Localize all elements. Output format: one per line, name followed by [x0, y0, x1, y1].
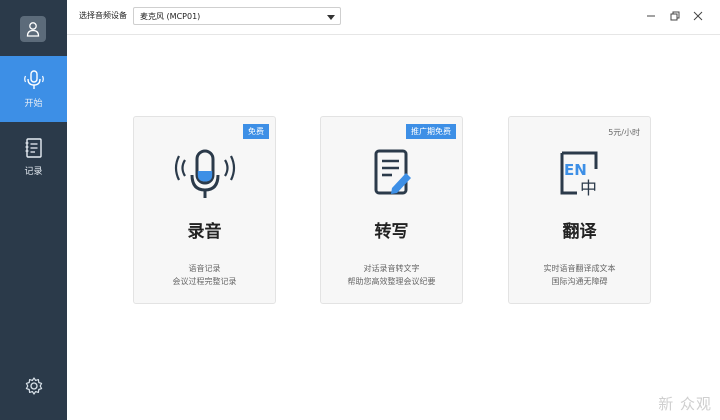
close-button[interactable] [691, 9, 705, 23]
device-select-label: 选择音频设备 [79, 11, 127, 20]
translate-icon: EN 中 [560, 151, 597, 199]
user-avatar-button[interactable] [20, 16, 46, 42]
price-label: 5元/小时 [608, 128, 640, 137]
notes-icon [25, 138, 42, 158]
promo-badge: 推广期免费 [406, 124, 456, 139]
microphone-icon [174, 149, 235, 198]
watermark: 新 众观 [658, 395, 712, 413]
card-desc-line: 实时语音翻译成文本 [543, 264, 616, 273]
card-description: 实时语音翻译成文本 国际沟通无障碍 [509, 262, 650, 288]
sidebar: 开始 记录 [0, 0, 67, 420]
free-badge: 免费 [243, 124, 269, 139]
sidebar-item-label: 开始 [24, 99, 43, 109]
sidebar-item-start[interactable]: 开始 [0, 56, 67, 122]
record-card[interactable]: 免费 录音 语音记录 会议过程完整记录 [133, 116, 276, 304]
card-description: 对话录音转文字 帮助您高效整理会议纪要 [321, 262, 462, 288]
top-bar: 选择音频设备 麦克风 (MCP01) [67, 0, 720, 35]
sidebar-item-records[interactable]: 记录 [0, 124, 67, 190]
close-icon [693, 11, 703, 21]
card-desc-line: 会议过程完整记录 [172, 277, 237, 286]
maximize-button[interactable] [668, 9, 682, 23]
audio-device-value: 麦克风 (MCP01) [140, 12, 201, 21]
settings-button[interactable] [24, 376, 44, 396]
transcribe-card[interactable]: 推广期免费 转写 对话录音转文字 帮助您高效整理会议纪要 [320, 116, 463, 304]
audio-device-select[interactable]: 麦克风 (MCP01) [133, 7, 341, 25]
card-desc-line: 对话录音转文字 [363, 264, 420, 273]
restore-icon [670, 11, 680, 21]
card-desc-line: 国际沟通无障碍 [551, 277, 608, 286]
translate-icon-en: EN [564, 161, 587, 179]
user-icon [26, 22, 40, 37]
card-title: 转写 [374, 222, 409, 242]
card-desc-line: 语音记录 [188, 264, 221, 273]
microphone-icon [23, 70, 44, 89]
card-desc-line: 帮助您高效整理会议纪要 [347, 277, 436, 286]
minimize-button[interactable] [644, 9, 658, 23]
minimize-icon [647, 15, 655, 17]
card-title: 录音 [187, 222, 222, 242]
translate-card[interactable]: 5元/小时 EN 中 翻译 实时语音翻译成文本 国际沟通无障碍 [508, 116, 651, 304]
card-title: 翻译 [562, 222, 597, 242]
sidebar-item-label: 记录 [24, 167, 43, 177]
card-description: 语音记录 会议过程完整记录 [134, 262, 275, 288]
document-pen-icon [374, 149, 411, 195]
gear-icon [25, 377, 43, 395]
chevron-down-icon [327, 15, 335, 20]
translate-icon-zh: 中 [580, 179, 597, 199]
